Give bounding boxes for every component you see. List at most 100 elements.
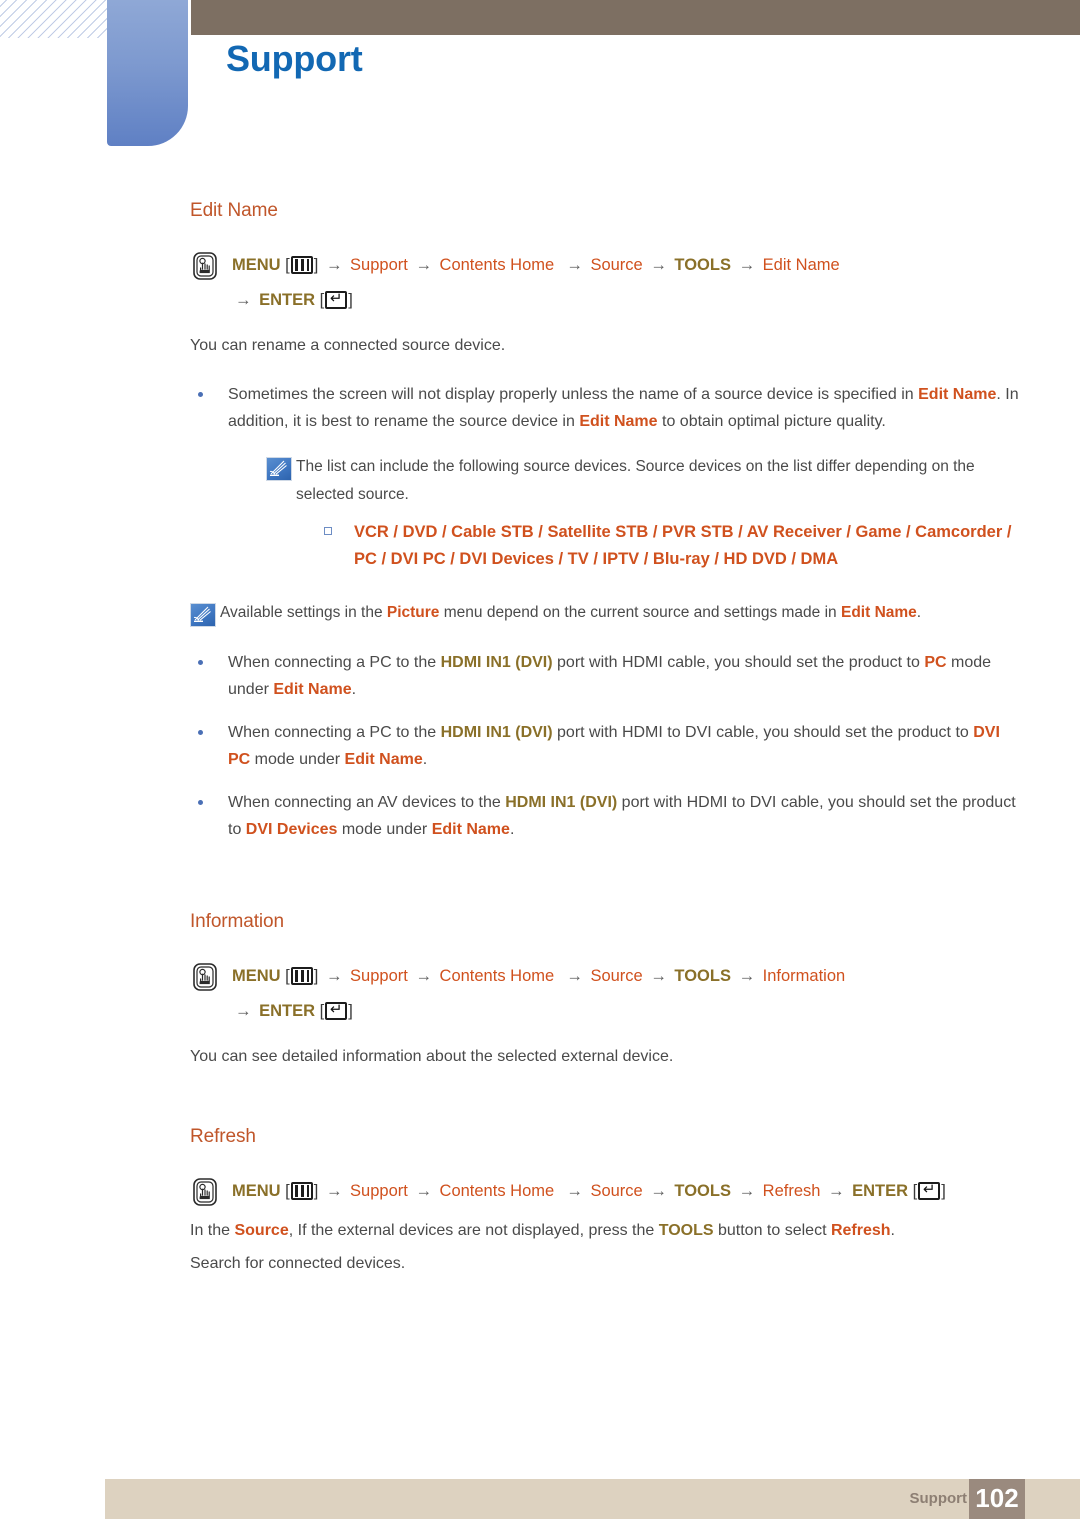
menu-item-contents-home: Contents Home [439,256,555,274]
keyword-edit-name: Edit Name [840,604,917,621]
note-text-part: Available settings in the [220,604,387,621]
bullet-text-part: mode under [250,751,345,768]
menu-item-contents-home: Contents Home [439,967,555,985]
header-hatch-decoration [0,0,108,38]
heading-edit-name: Edit Name [190,200,278,221]
keyword-edit-name: Edit Name [344,751,423,768]
arrow-icon: → [738,967,756,985]
bullet-text-part: When connecting a PC to the [228,724,441,741]
bullet-dot-icon [198,660,203,665]
menu-button-glyph-icon [290,967,313,985]
enter-button-glyph-icon [325,289,348,309]
arrow-icon: → [650,1182,667,1200]
menu-item-source: Source [590,967,643,985]
keyword-dvi-devices: DVI Devices [245,821,338,838]
menu-item-edit-name: Edit Name [762,256,840,274]
bullet-text-part: . [351,681,357,698]
bullet-list-edit-name: Sometimes the screen will not display pr… [190,381,1020,573]
arrow-icon: → [650,967,667,985]
arrow-icon: → [235,1002,252,1020]
device-list-line2: PC / DVI PC / DVI Devices / TV / IPTV / … [354,550,839,568]
bullet-text-part: mode under [337,821,432,838]
bullet-text-part: . [422,751,428,768]
bullet-item: When connecting a PC to the HDMI IN1 (DV… [190,719,1020,773]
section-information: Information MENU [] → Support → Contents… [190,911,1020,1070]
bullet-item: When connecting an AV devices to the HDM… [190,789,1020,843]
bullet-dot-icon [198,800,203,805]
arrow-icon: → [415,967,432,985]
enter-key-label: ENTER [259,1002,316,1020]
bullet-item: Sometimes the screen will not display pr… [190,381,1020,573]
arrow-icon: → [325,967,343,985]
arrow-icon: → [561,967,583,985]
menu-button-glyph-icon [290,1182,313,1200]
page-title: Support [226,38,363,79]
header-brown-bar [191,0,1080,35]
footer-page-box: 102 [969,1479,1025,1519]
bullet-text-part: port with HDMI cable, you should set the… [552,654,925,671]
bullet-text-part: When connecting a PC to the [228,654,441,671]
keyword-tools: TOOLS [658,1222,714,1239]
enter-key-label: ENTER [852,1182,909,1200]
note-text-part: . [916,604,922,621]
bullet-dot-icon [198,392,203,397]
enter-button-glyph-icon [325,1000,348,1020]
hand-press-icon [190,962,220,992]
keyword-pc: PC [924,654,947,671]
hand-press-icon [190,1177,220,1207]
heading-refresh: Refresh [190,1126,256,1147]
keyword-hdmi-in1-dvi: HDMI IN1 (DVI) [440,654,553,671]
menu-item-support: Support [350,967,408,985]
keyword-edit-name: Edit Name [273,681,352,698]
keyword-edit-name: Edit Name [579,413,658,430]
body-refresh-second-line: Search for connected devices. [190,1255,406,1272]
menu-key-label: MENU [232,967,281,985]
arrow-icon: → [415,256,432,274]
menu-button-glyph-icon [290,256,313,274]
menu-item-source: Source [590,256,643,274]
menu-item-tools: TOOLS [674,1182,731,1200]
heading-information: Information [190,911,284,932]
arrow-icon: → [738,1182,756,1200]
menu-item-tools: TOOLS [674,967,731,985]
device-list-line: VCR / DVD / Cable STB / Satellite STB / … [296,519,1020,573]
keyword-hdmi-in1-dvi: HDMI IN1 (DVI) [440,724,553,741]
menu-path-refresh: MENU [] → Support → Contents Home → Sour… [190,1174,1020,1209]
arrow-icon: → [235,291,252,309]
hand-press-icon [190,251,220,281]
square-bullet-icon [324,527,332,535]
bullet-dot-icon [198,730,203,735]
note-text: The list can include the following sourc… [296,458,975,503]
keyword-source: Source [234,1222,289,1239]
bullet-list-hdmi: When connecting a PC to the HDMI IN1 (DV… [190,649,1020,843]
body-refresh: In the Source, If the external devices a… [190,1217,1020,1244]
arrow-icon: → [325,256,343,274]
arrow-icon: → [561,1182,583,1200]
body-text-part: , If the external devices are not displa… [288,1222,659,1239]
menu-item-support: Support [350,1182,408,1200]
header-blue-tab [107,0,188,146]
keyword-edit-name: Edit Name [918,386,997,403]
arrow-icon: → [828,1182,845,1200]
note-pen-icon [266,457,292,481]
footer-section-label: Support [909,1490,968,1507]
arrow-icon: → [650,256,667,274]
body-text-part: button to select [713,1222,831,1239]
menu-item-contents-home: Contents Home [439,1182,555,1200]
menu-item-source: Source [590,1182,643,1200]
arrow-icon: → [738,256,756,274]
bullet-text-part: When connecting an AV devices to the [228,794,506,811]
bullet-text-part: Sometimes the screen will not display pr… [228,386,919,403]
menu-item-information: Information [762,967,846,985]
keyword-picture: Picture [386,604,440,621]
bullet-text-part: to obtain optimal picture quality. [657,413,886,430]
note-pen-icon [190,603,216,627]
bullet-text-part: . [509,821,515,838]
footer-page-number: 102 [975,1483,1019,1513]
menu-path-edit-name: MENU [] → Support → Contents Home → Sour… [190,248,1020,318]
body-text-part: In the [190,1222,235,1239]
keyword-hdmi-in1-dvi: HDMI IN1 (DVI) [505,794,618,811]
bullet-item: When connecting a PC to the HDMI IN1 (DV… [190,649,1020,703]
device-list: VCR / DVD / Cable STB / Satellite STB / … [296,519,1020,573]
device-list-line1: VCR / DVD / Cable STB / Satellite STB / … [354,523,1012,541]
